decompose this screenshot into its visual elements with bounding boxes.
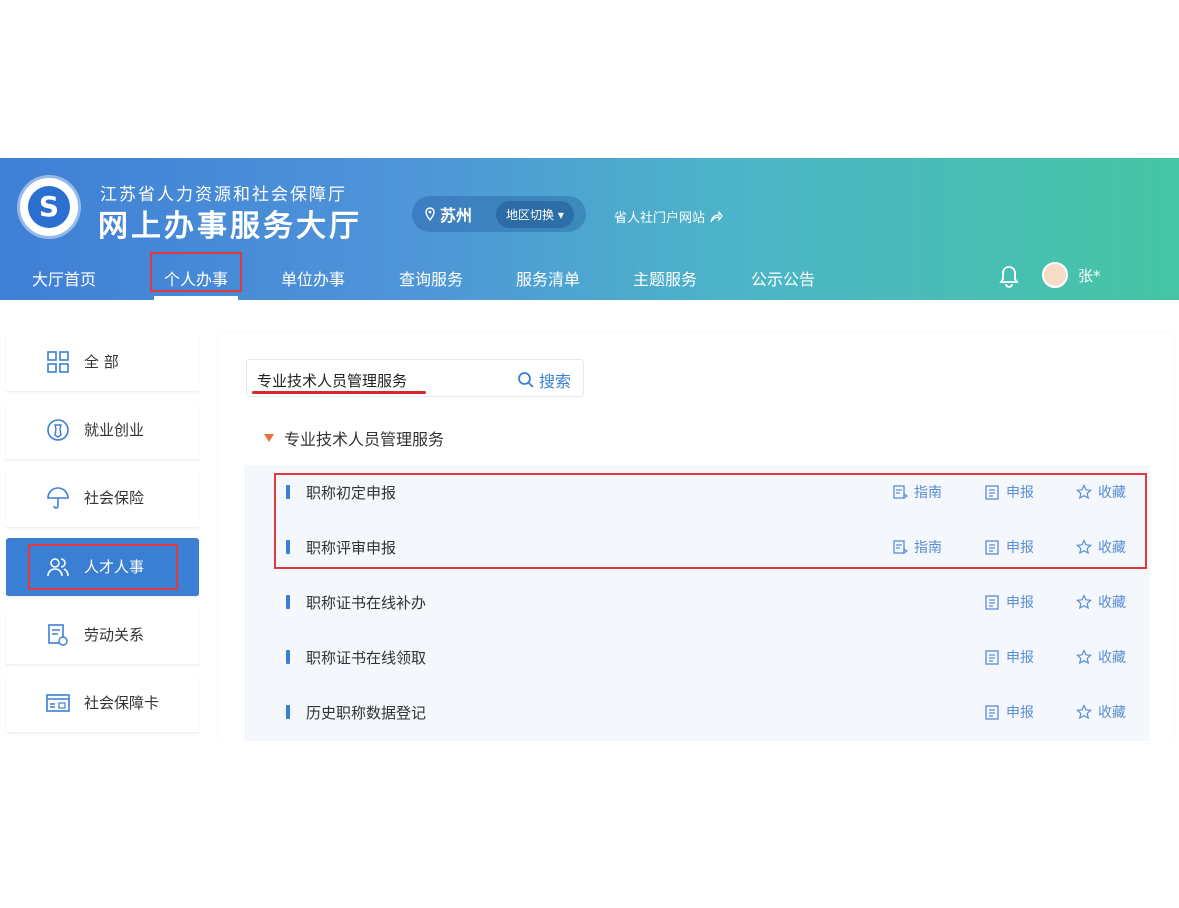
search-button-label: 搜索 [539,372,572,391]
highlight-box-nav [150,252,242,292]
badge-icon [47,419,69,441]
favorite-button[interactable]: 收藏 [1076,647,1126,667]
star-icon [1076,704,1092,720]
nav-item-theme[interactable]: 主题服务 [633,266,697,290]
sidebar-item-card[interactable]: 社会保障卡 [6,674,199,733]
umbrella-icon [47,487,69,509]
service-name[interactable]: 历史职称数据登记 [306,702,426,723]
region-switch-button[interactable]: 地区切换 ▾ [496,200,574,228]
nav-active-indicator [154,296,238,300]
clipboard-icon [985,595,999,610]
sidebar-item-employment[interactable]: 就业创业 [6,401,199,460]
card-icon [46,694,70,712]
current-city[interactable]: 苏州 [424,202,472,226]
favorite-button[interactable]: 收藏 [1076,702,1126,722]
apply-button[interactable]: 申报 [984,592,1034,612]
region-selector: 苏州 地区切换 ▾ [412,196,586,232]
sidebar-item-labor[interactable]: 劳动关系 [6,606,199,665]
favorite-label: 收藏 [1098,705,1126,721]
favorite-button[interactable]: 收藏 [1076,592,1126,612]
sidebar-item-insurance[interactable]: 社会保险 [6,469,199,528]
row-marker [286,705,290,719]
nav-item-service-list[interactable]: 服务清单 [516,266,580,290]
category-header[interactable]: 专业技术人员管理服务 [264,426,444,450]
service-row: 职称证书在线领取 申报 收藏 [244,630,1150,684]
row-marker [286,650,290,664]
triangle-down-icon [264,434,274,442]
sidebar-item-label: 社会保险 [84,489,145,507]
logo-mark: S [28,186,70,228]
document-icon [48,624,68,646]
sidebar-item-label: 全 部 [84,353,119,371]
apply-label: 申报 [1006,705,1034,721]
search-icon [518,372,534,388]
favorite-label: 收藏 [1098,650,1126,666]
service-name[interactable]: 职称证书在线领取 [306,647,426,668]
portal-website-link[interactable]: 省人社门户网站 [614,207,723,226]
sidebar-item-label: 社会保障卡 [84,694,160,712]
header-banner: S 江苏省人力资源和社会保障厅 网上办事服务大厅 苏州 地区切换 ▾ 省人社门户… [0,158,1179,300]
clipboard-icon [985,705,999,720]
service-row: 职称证书在线补办 申报 收藏 [244,575,1150,629]
sidebar-item-all[interactable]: 全 部 [6,333,199,392]
avatar[interactable] [1042,262,1068,288]
service-row: 历史职称数据登记 申报 收藏 [244,685,1150,739]
location-pin-icon [425,207,435,221]
sidebar-item-label: 就业创业 [84,421,145,439]
nav-item-home[interactable]: 大厅首页 [32,266,96,290]
star-icon [1076,594,1092,610]
highlight-box-sidebar [28,544,178,590]
city-label: 苏州 [440,206,473,225]
highlight-underline [252,391,426,394]
star-icon [1076,649,1092,665]
nav-item-query[interactable]: 查询服务 [399,266,463,290]
clipboard-icon [985,650,999,665]
region-switch-label: 地区切换 [506,207,555,222]
search-button[interactable]: 搜索 [517,368,571,392]
row-marker [286,595,290,609]
apply-label: 申报 [1006,595,1034,611]
apply-button[interactable]: 申报 [984,647,1034,667]
apply-button[interactable]: 申报 [984,702,1034,722]
caret-down-icon: ▾ [557,207,564,222]
category-title: 专业技术人员管理服务 [284,430,445,449]
username[interactable]: 张* [1078,265,1101,286]
apply-label: 申报 [1006,650,1034,666]
nav-item-unit[interactable]: 单位办事 [281,266,345,290]
site-title: 网上办事服务大厅 [98,209,362,244]
share-arrow-icon [710,210,723,222]
sidebar-item-label: 劳动关系 [84,626,145,644]
search-input[interactable]: 专业技术人员管理服务 [257,370,407,391]
favorite-label: 收藏 [1098,595,1126,611]
bell-icon[interactable] [998,264,1020,288]
grid-icon [47,351,69,373]
nav-item-notice[interactable]: 公示公告 [751,266,815,290]
highlight-box-rows [274,473,1147,569]
service-name[interactable]: 职称证书在线补办 [306,592,426,613]
logo: S [20,178,78,236]
portal-link-label: 省人社门户网站 [614,211,706,226]
